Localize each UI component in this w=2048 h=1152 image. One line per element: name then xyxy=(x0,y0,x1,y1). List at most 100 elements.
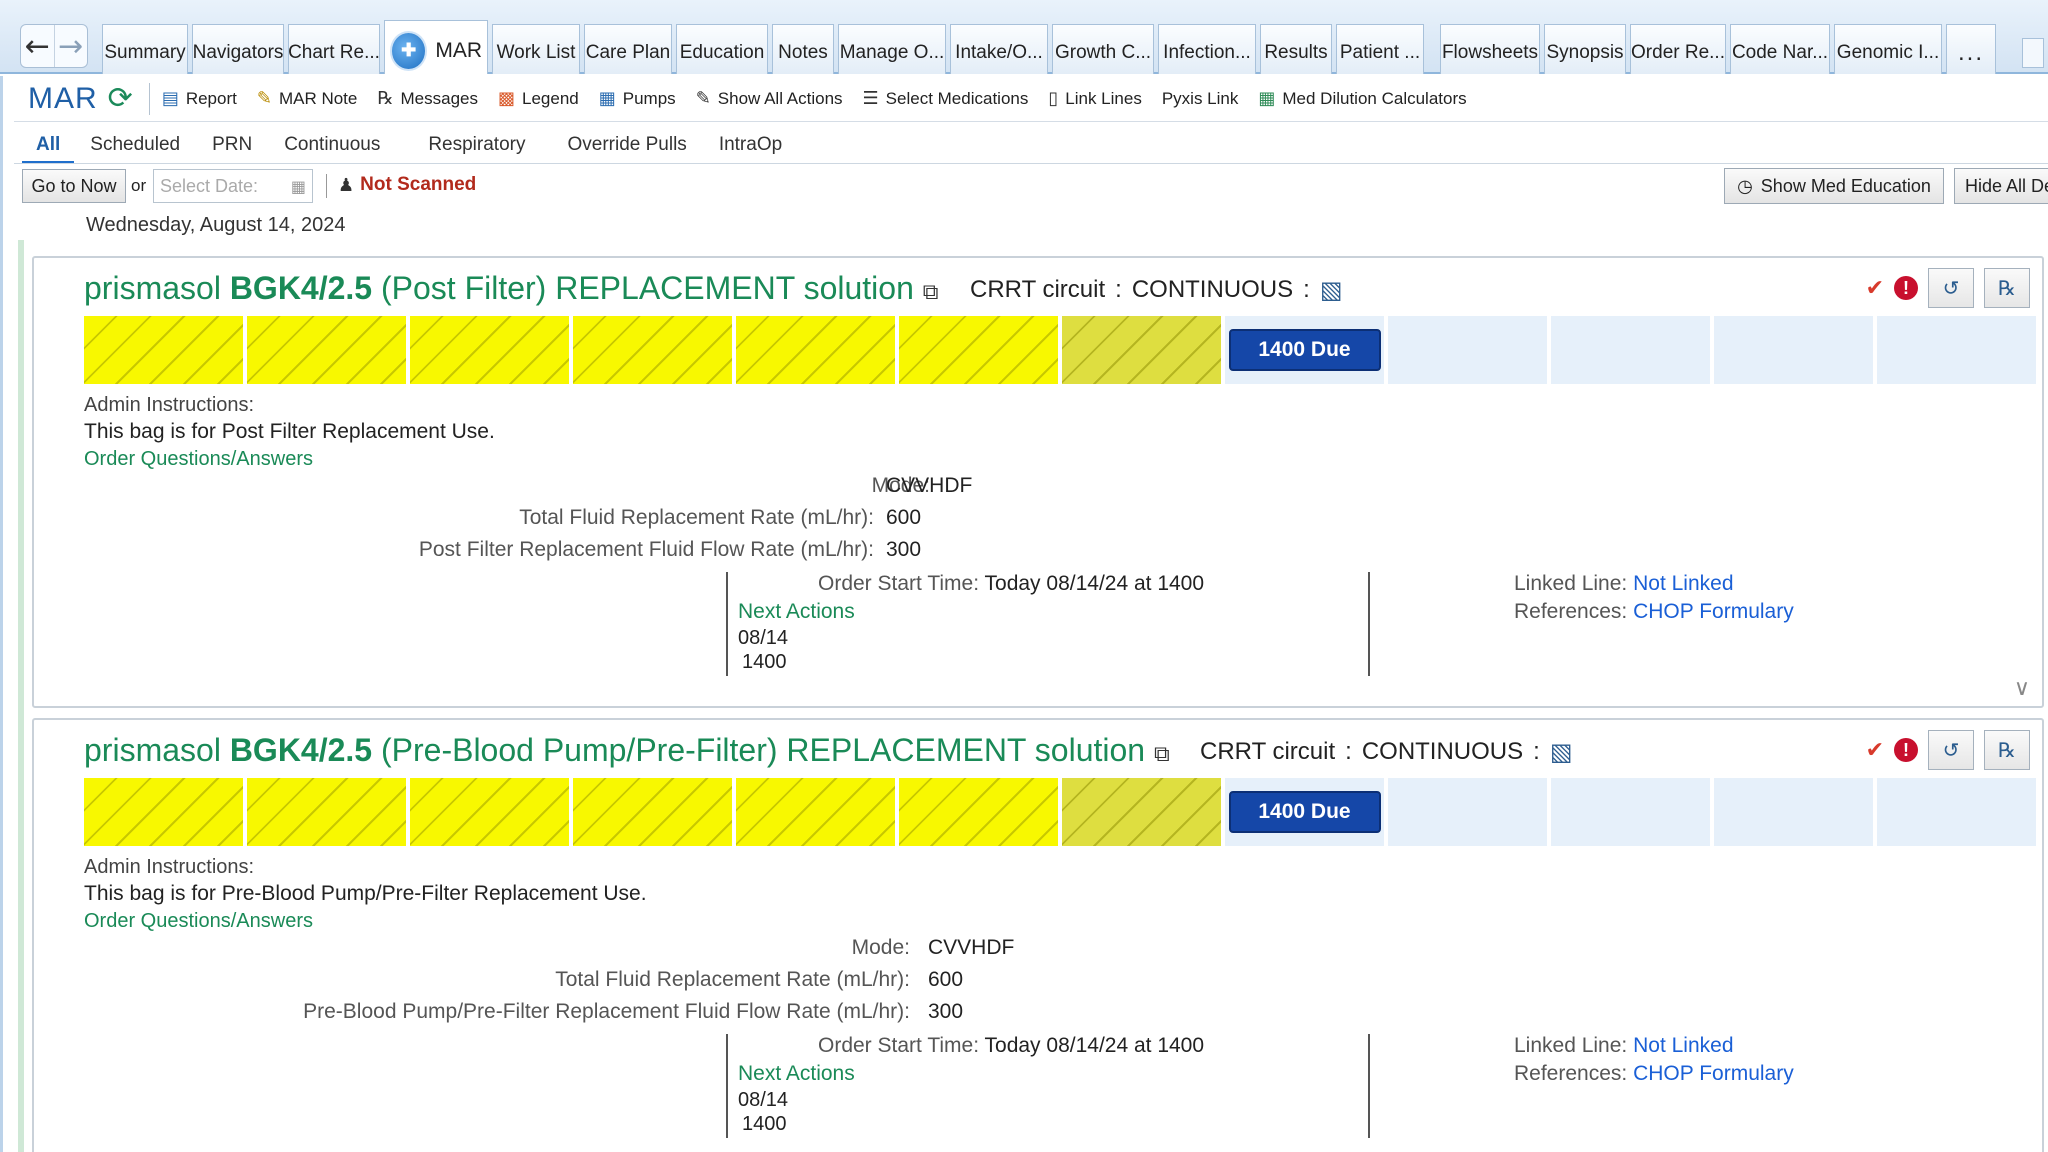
linked-line-link[interactable]: Not Linked xyxy=(1633,1034,1733,1057)
tab-growth-chart[interactable]: Growth C... xyxy=(1052,24,1154,74)
next-actions-label[interactable]: Next Actions xyxy=(738,1062,855,1086)
param-total-rate: Total Fluid Replacement Rate (mL/hr): xyxy=(519,506,874,530)
medication-card[interactable]: prismasol BGK4/2.5 (Pre-Blood Pump/Pre-F… xyxy=(32,718,2044,1152)
timeline-slot-empty[interactable] xyxy=(1877,316,2036,384)
popout-icon[interactable]: ⧉ xyxy=(923,280,939,305)
timeline-slot-empty[interactable] xyxy=(1714,316,1873,384)
timeline-slot-empty[interactable] xyxy=(1551,316,1710,384)
back-arrow-icon[interactable]: ← xyxy=(21,25,54,67)
go-to-now-button[interactable]: Go to Now xyxy=(22,169,126,203)
calendar-icon[interactable]: ▦ xyxy=(291,177,306,196)
filter-tab-intraop[interactable]: IntraOp xyxy=(703,126,798,164)
timeline-slot-given[interactable] xyxy=(410,316,569,384)
tab-code-narrator[interactable]: Code Nar... xyxy=(1730,24,1830,74)
due-badge[interactable]: 1400 Due xyxy=(1228,329,1381,371)
timeline-slot-current[interactable] xyxy=(1062,316,1221,384)
order-details-icon[interactable]: ▧ xyxy=(1320,276,1343,304)
double-check-icon[interactable]: ✔ xyxy=(1866,276,1884,301)
med-dilution-calculators-button[interactable]: ▦ Med Dilution Calculators xyxy=(1258,88,1466,109)
tab-navigators[interactable]: Navigators xyxy=(192,24,284,74)
timeline-slot-empty[interactable] xyxy=(1877,778,2036,846)
timeline-slot-given[interactable] xyxy=(736,778,895,846)
pyxis-link-button[interactable]: Pyxis Link xyxy=(1162,89,1239,109)
timeline-slot-given[interactable] xyxy=(247,778,406,846)
strip-end-button[interactable] xyxy=(2022,38,2044,68)
timeline-slot-given[interactable] xyxy=(573,316,732,384)
alert-icon[interactable]: ! xyxy=(1894,738,1918,762)
due-badge[interactable]: 1400 Due xyxy=(1228,791,1381,833)
references-link[interactable]: CHOP Formulary xyxy=(1633,1062,1794,1085)
pumps-button[interactable]: ▦ Pumps xyxy=(599,88,676,109)
show-med-education-button[interactable]: ◷ Show Med Education xyxy=(1724,168,1944,204)
tab-education[interactable]: Education xyxy=(676,24,768,74)
timeline-slot-empty[interactable] xyxy=(1388,778,1547,846)
mar-note-button[interactable]: ✎ MAR Note xyxy=(257,88,358,109)
timeline-slot-current[interactable] xyxy=(1062,778,1221,846)
timeline-slot-given[interactable] xyxy=(899,316,1058,384)
timeline-slot-empty[interactable] xyxy=(1388,316,1547,384)
tab-order-review[interactable]: Order Re... xyxy=(1630,24,1726,74)
hide-all-details-button[interactable]: Hide All De xyxy=(1954,168,2048,204)
timeline-slot-empty[interactable] xyxy=(1714,778,1873,846)
rx-icon[interactable]: ℞ xyxy=(1984,730,2030,770)
order-details-icon[interactable]: ▧ xyxy=(1550,738,1573,766)
timeline-slot-empty[interactable] xyxy=(1551,778,1710,846)
double-check-icon[interactable]: ✔ xyxy=(1866,738,1884,763)
linked-line-link[interactable]: Not Linked xyxy=(1633,572,1733,595)
forward-arrow-icon[interactable]: → xyxy=(53,25,88,67)
tab-work-list[interactable]: Work List xyxy=(492,24,580,74)
timeline-slot-due[interactable]: 1400 Due xyxy=(1225,316,1384,384)
select-medications-button[interactable]: ☰ Select Medications xyxy=(863,88,1029,109)
timeline-slot-given[interactable] xyxy=(84,316,243,384)
medication-card[interactable]: prismasol BGK4/2.5 (Post Filter) REPLACE… xyxy=(32,256,2044,708)
filter-tab-continuous[interactable]: Continuous xyxy=(268,126,412,164)
medication-title[interactable]: prismasol BGK4/2.5 (Pre-Blood Pump/Pre-F… xyxy=(84,732,1170,769)
filter-tab-override-pulls[interactable]: Override Pulls xyxy=(551,126,702,164)
tab-care-plan[interactable]: Care Plan xyxy=(584,24,672,74)
tab-infection[interactable]: Infection... xyxy=(1158,24,1256,74)
show-all-actions-button[interactable]: ✎ Show All Actions xyxy=(696,88,843,109)
legend-button[interactable]: ▩ Legend xyxy=(498,88,579,109)
refresh-icon[interactable]: ⟳ xyxy=(108,81,133,116)
more-tabs-label: ... xyxy=(1957,38,1984,66)
filter-tab-all[interactable]: All xyxy=(22,126,75,164)
references-link[interactable]: CHOP Formulary xyxy=(1633,600,1794,623)
filter-tab-respiratory[interactable]: Respiratory xyxy=(412,126,551,164)
reconcile-icon[interactable]: ↺ xyxy=(1928,730,1974,770)
tab-summary[interactable]: Summary xyxy=(102,24,188,74)
order-questions-link[interactable]: Order Questions/Answers xyxy=(84,910,313,933)
reconcile-icon[interactable]: ↺ xyxy=(1928,268,1974,308)
alert-icon[interactable]: ! xyxy=(1894,276,1918,300)
timeline-slot-given[interactable] xyxy=(736,316,895,384)
timeline-slot-due[interactable]: 1400 Due xyxy=(1225,778,1384,846)
timeline-slot-given[interactable] xyxy=(84,778,243,846)
tab-mar[interactable]: ✚ MAR xyxy=(384,20,488,74)
tab-intake-output[interactable]: Intake/O... xyxy=(950,24,1048,74)
tab-flowsheets[interactable]: Flowsheets xyxy=(1440,24,1540,74)
more-tabs-button[interactable]: ... xyxy=(1946,24,1996,74)
filter-tab-prn[interactable]: PRN xyxy=(196,126,268,164)
popout-icon[interactable]: ⧉ xyxy=(1154,742,1170,767)
next-actions-label[interactable]: Next Actions xyxy=(738,600,855,624)
tab-patient[interactable]: Patient ... xyxy=(1336,24,1424,74)
rx-icon[interactable]: ℞ xyxy=(1984,268,2030,308)
link-lines-button[interactable]: ▯ Link Lines xyxy=(1048,88,1141,109)
medication-title[interactable]: prismasol BGK4/2.5 (Post Filter) REPLACE… xyxy=(84,270,938,307)
report-button[interactable]: ▤ Report xyxy=(162,88,237,109)
timeline-slot-given[interactable] xyxy=(573,778,732,846)
tab-notes[interactable]: Notes xyxy=(772,24,834,74)
messages-button[interactable]: ℞ Messages xyxy=(377,88,478,109)
timeline-slot-given[interactable] xyxy=(247,316,406,384)
filter-tab-scheduled[interactable]: Scheduled xyxy=(74,126,196,164)
tab-manage-orders[interactable]: Manage O... xyxy=(838,24,946,74)
order-questions-link[interactable]: Order Questions/Answers xyxy=(84,448,313,471)
select-date-input[interactable]: Select Date: ▦ xyxy=(153,169,313,203)
tab-label: Education xyxy=(679,41,765,63)
collapse-chevron-icon[interactable]: ∨ xyxy=(2014,676,2030,701)
timeline-slot-given[interactable] xyxy=(410,778,569,846)
tab-synopsis[interactable]: Synopsis xyxy=(1544,24,1626,74)
tab-chart-review[interactable]: Chart Re... xyxy=(288,24,380,74)
tab-genomic[interactable]: Genomic I... xyxy=(1834,24,1942,74)
timeline-slot-given[interactable] xyxy=(899,778,1058,846)
tab-results[interactable]: Results xyxy=(1260,24,1332,74)
